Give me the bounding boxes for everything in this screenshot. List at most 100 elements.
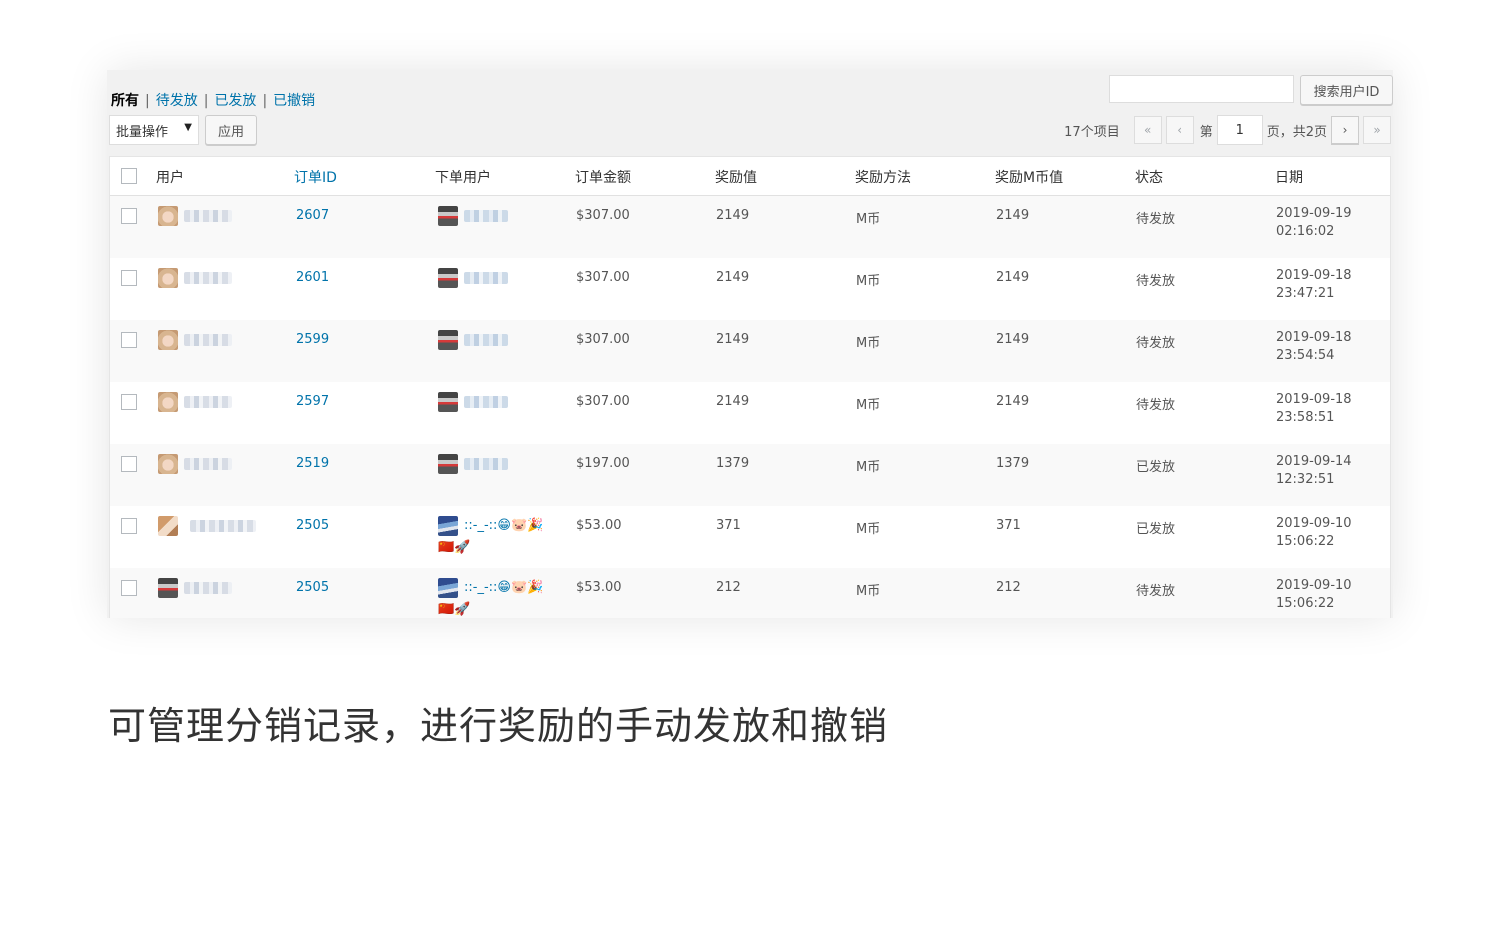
row-checkbox[interactable] <box>121 518 137 534</box>
reward-coin-value: 212 <box>996 580 1021 595</box>
status-text: 待发放 <box>1136 336 1176 351</box>
search-user-id-button[interactable]: 搜索用户ID <box>1300 75 1393 105</box>
table-row: 2601 $307.00 2149 M币 2149 待发放 2019-09-18… <box>110 258 1390 320</box>
current-page-input[interactable]: 1 <box>1216 115 1263 145</box>
date-cell: 2019-09-10 15:06:22 <box>1276 578 1352 614</box>
status-text: 待发放 <box>1136 212 1176 227</box>
user-avatar <box>158 330 178 350</box>
column-date: 日期 <box>1275 170 1303 186</box>
order-amount: $307.00 <box>576 394 630 409</box>
user-name-redacted <box>184 396 232 408</box>
time-text: 12:32:51 <box>1276 472 1335 487</box>
order-id-link[interactable]: 2519 <box>296 456 329 471</box>
user-name-redacted <box>184 210 232 222</box>
user-avatar <box>158 268 178 288</box>
reward-value: 212 <box>716 580 741 595</box>
buyer-name-redacted[interactable] <box>464 272 508 284</box>
column-reward-coin: 奖励M币值 <box>995 170 1064 186</box>
date-text: 2019-09-10 <box>1276 516 1352 531</box>
time-text: 23:47:21 <box>1276 286 1335 301</box>
date-text: 2019-09-14 <box>1276 454 1352 469</box>
row-checkbox[interactable] <box>121 456 137 472</box>
select-all-checkbox[interactable] <box>121 168 137 184</box>
order-id-link[interactable]: 2599 <box>296 332 329 347</box>
row-checkbox[interactable] <box>121 270 137 286</box>
user-avatar <box>158 392 178 412</box>
table-row: 2505 ::-_-::😁🐷🎉 🇨🇳🚀 $53.00 212 M币 212 待发… <box>110 568 1390 618</box>
filter-separator: | <box>203 93 209 109</box>
buyer-avatar <box>438 268 458 288</box>
column-user: 用户 <box>156 170 184 186</box>
row-checkbox[interactable] <box>121 394 137 410</box>
order-id-link[interactable]: 2601 <box>296 270 329 285</box>
buyer-avatar <box>438 330 458 350</box>
date-text: 2019-09-18 <box>1276 268 1352 283</box>
apply-button[interactable]: 应用 <box>205 115 257 145</box>
reward-value: 2149 <box>716 270 750 285</box>
time-text: 23:54:54 <box>1276 348 1335 363</box>
row-checkbox[interactable] <box>121 580 137 596</box>
next-page-button[interactable]: › <box>1331 116 1359 144</box>
buyer-avatar <box>438 206 458 226</box>
table-row: 2607 $307.00 2149 M币 2149 待发放 2019-09-19… <box>110 196 1390 258</box>
date-text: 2019-09-18 <box>1276 330 1352 345</box>
reward-value: 1379 <box>716 456 750 471</box>
filter-issued[interactable]: 已发放 <box>214 93 256 109</box>
buyer-avatar <box>438 578 458 598</box>
order-amount: $307.00 <box>576 208 630 223</box>
reward-method: M币 <box>856 460 881 475</box>
pagination: 17个项目 « ‹ 第 1 页，共2页 › » <box>1064 115 1393 145</box>
status-text: 已发放 <box>1136 460 1176 475</box>
status-text: 待发放 <box>1136 274 1176 289</box>
table-row: 2599 $307.00 2149 M币 2149 待发放 2019-09-18… <box>110 320 1390 382</box>
status-text: 已发放 <box>1136 522 1176 537</box>
buyer-name-redacted[interactable] <box>464 396 508 408</box>
order-id-link[interactable]: 2505 <box>296 518 329 533</box>
column-reward-value: 奖励值 <box>715 170 757 186</box>
filter-all[interactable]: 所有 <box>111 93 139 109</box>
reward-method: M币 <box>856 274 881 289</box>
column-buyer: 下单用户 <box>435 170 491 186</box>
buyer-nickname[interactable]: ::-_-::😁🐷🎉 <box>464 518 543 533</box>
user-avatar <box>158 578 178 598</box>
reward-method: M币 <box>856 398 881 413</box>
status-text: 待发放 <box>1136 398 1176 413</box>
reward-method: M币 <box>856 584 881 599</box>
reward-method: M币 <box>856 522 881 537</box>
buyer-name-redacted[interactable] <box>464 210 508 222</box>
filter-separator: | <box>262 93 268 109</box>
buyer-nickname[interactable]: ::-_-::😁🐷🎉 <box>464 580 543 595</box>
buyer-name-redacted[interactable] <box>464 334 508 346</box>
user-avatar <box>158 516 178 536</box>
buyer-nickname-line2[interactable]: 🇨🇳🚀 <box>438 540 470 555</box>
user-id-search-input[interactable] <box>1109 75 1294 103</box>
first-page-button[interactable]: « <box>1133 116 1162 144</box>
buyer-nickname-line2[interactable]: 🇨🇳🚀 <box>438 602 470 617</box>
reward-coin-value: 371 <box>996 518 1021 533</box>
order-id-link[interactable]: 2607 <box>296 208 329 223</box>
order-id-link[interactable]: 2505 <box>296 580 329 595</box>
date-cell: 2019-09-19 02:16:02 <box>1276 206 1352 242</box>
row-checkbox[interactable] <box>121 332 137 348</box>
caret-down-icon: ▼ <box>184 122 192 133</box>
user-name-redacted <box>184 458 232 470</box>
column-order-id[interactable]: 订单ID <box>294 167 337 187</box>
page-prefix: 第 <box>1199 124 1213 140</box>
order-id-link[interactable]: 2597 <box>296 394 329 409</box>
page-suffix: 页，共2页 <box>1266 124 1327 140</box>
filter-pending[interactable]: 待发放 <box>156 93 198 109</box>
prev-page-button[interactable]: ‹ <box>1165 116 1194 144</box>
date-cell: 2019-09-18 23:47:21 <box>1276 268 1352 304</box>
table-row: 2519 $197.00 1379 M币 1379 已发放 2019-09-14… <box>110 444 1390 506</box>
filter-revoked[interactable]: 已撤销 <box>273 93 315 109</box>
bulk-actions-select[interactable]: 批量操作 ▼ <box>109 115 199 145</box>
date-text: 2019-09-10 <box>1276 578 1352 593</box>
filter-separator: | <box>145 93 150 109</box>
order-amount: $53.00 <box>576 580 622 595</box>
last-page-button[interactable]: » <box>1363 116 1391 144</box>
order-amount: $307.00 <box>576 270 630 285</box>
column-reward-method: 奖励方法 <box>855 170 911 186</box>
reward-method: M币 <box>856 336 881 351</box>
buyer-name-redacted[interactable] <box>464 458 508 470</box>
row-checkbox[interactable] <box>121 208 137 224</box>
